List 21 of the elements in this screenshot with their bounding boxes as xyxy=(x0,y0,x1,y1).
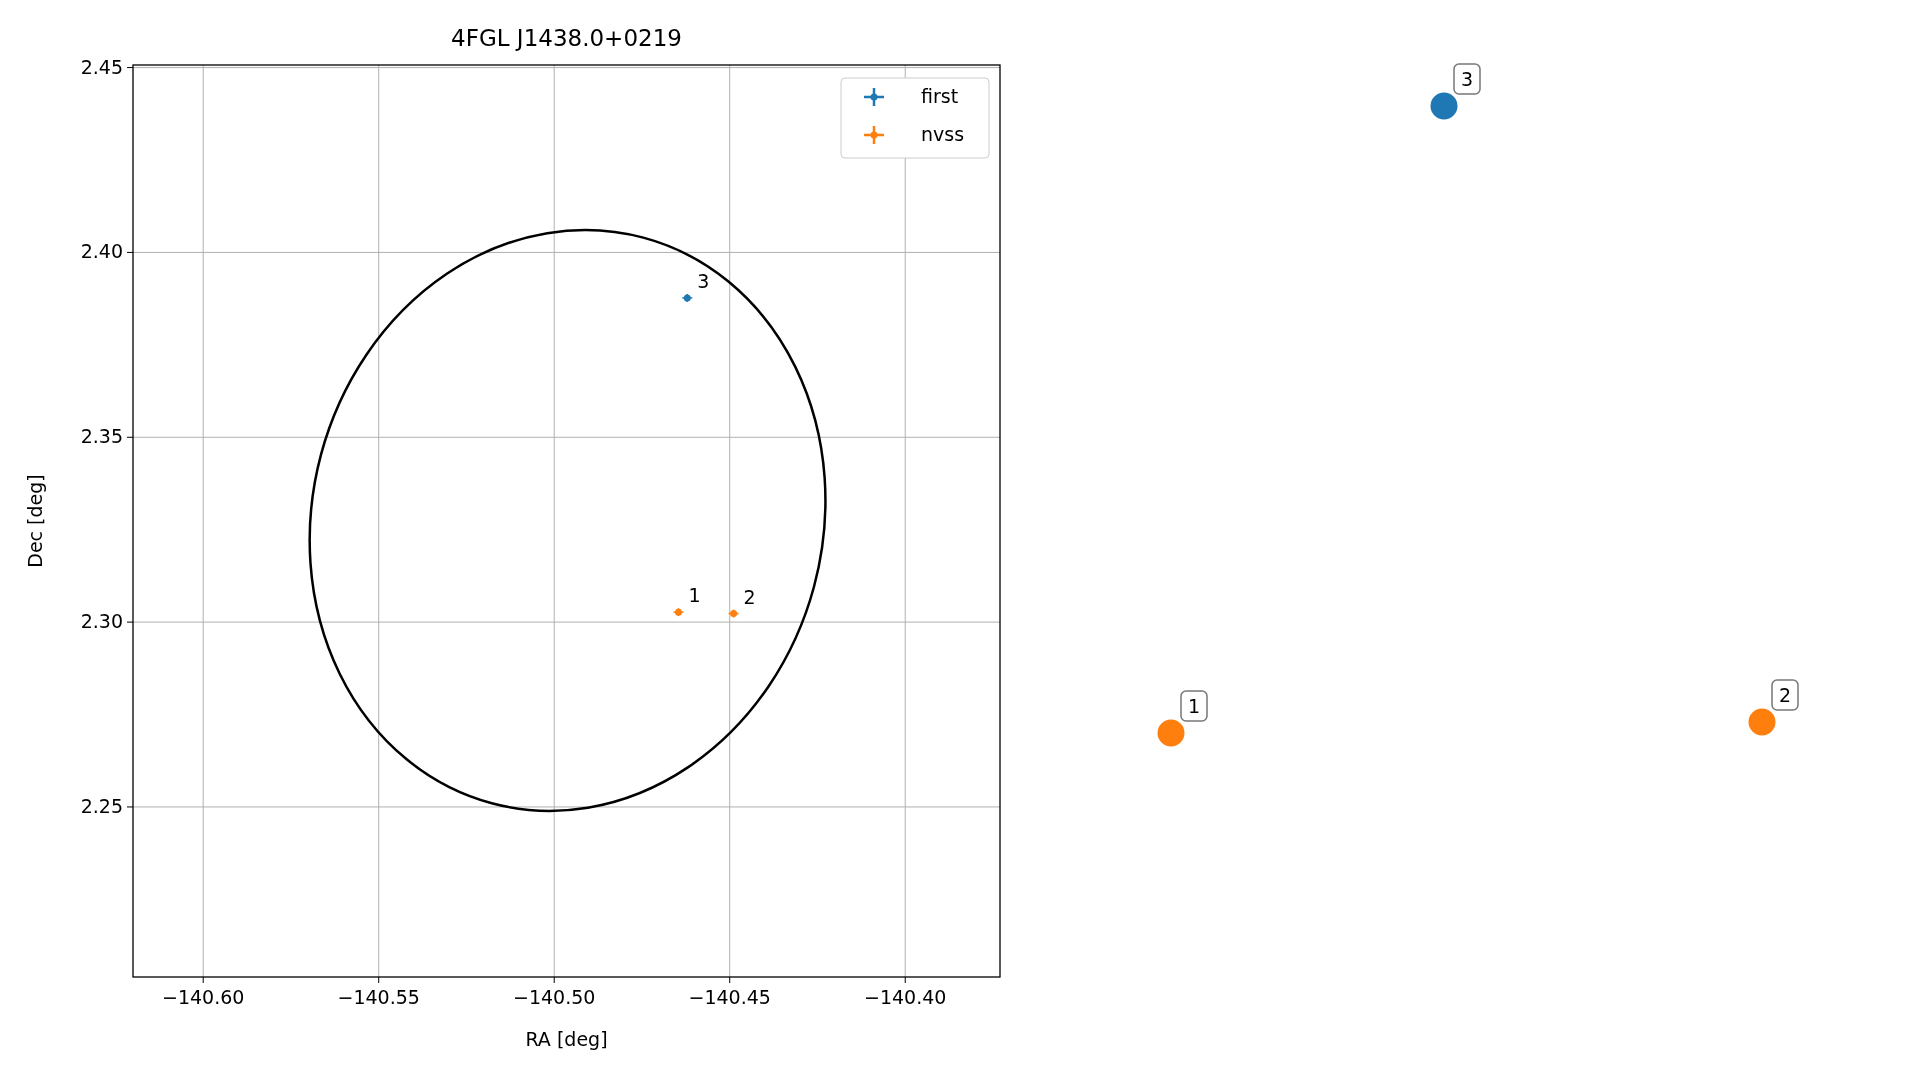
tick-label: 2.40 xyxy=(80,240,123,263)
legend-label: nvss xyxy=(921,123,965,145)
tick-label: −140.40 xyxy=(864,986,947,1008)
tick-label: −140.60 xyxy=(162,986,245,1008)
tick-label: −140.55 xyxy=(337,986,420,1008)
point-label: 1 xyxy=(688,584,701,607)
label-tag: 3 xyxy=(1453,63,1481,95)
chart-title: 4FGL J1438.0+0219 xyxy=(451,25,682,51)
axis-label: Dec [deg] xyxy=(24,474,46,568)
label-tag: 1 xyxy=(1180,690,1208,722)
legend-label: first xyxy=(921,85,959,107)
axis-label: RA [deg] xyxy=(525,1028,608,1050)
tick-label: −140.45 xyxy=(688,986,771,1008)
point-label: 2 xyxy=(743,585,756,608)
tick-label: −140.50 xyxy=(513,986,596,1008)
tick-label: 2.25 xyxy=(80,794,123,817)
tick-label: 2.45 xyxy=(80,55,123,78)
tick-label: 2.35 xyxy=(80,425,123,448)
label-tag: 2 xyxy=(1771,679,1799,711)
tick-label: 2.30 xyxy=(80,610,123,633)
point-label: 3 xyxy=(697,269,710,292)
